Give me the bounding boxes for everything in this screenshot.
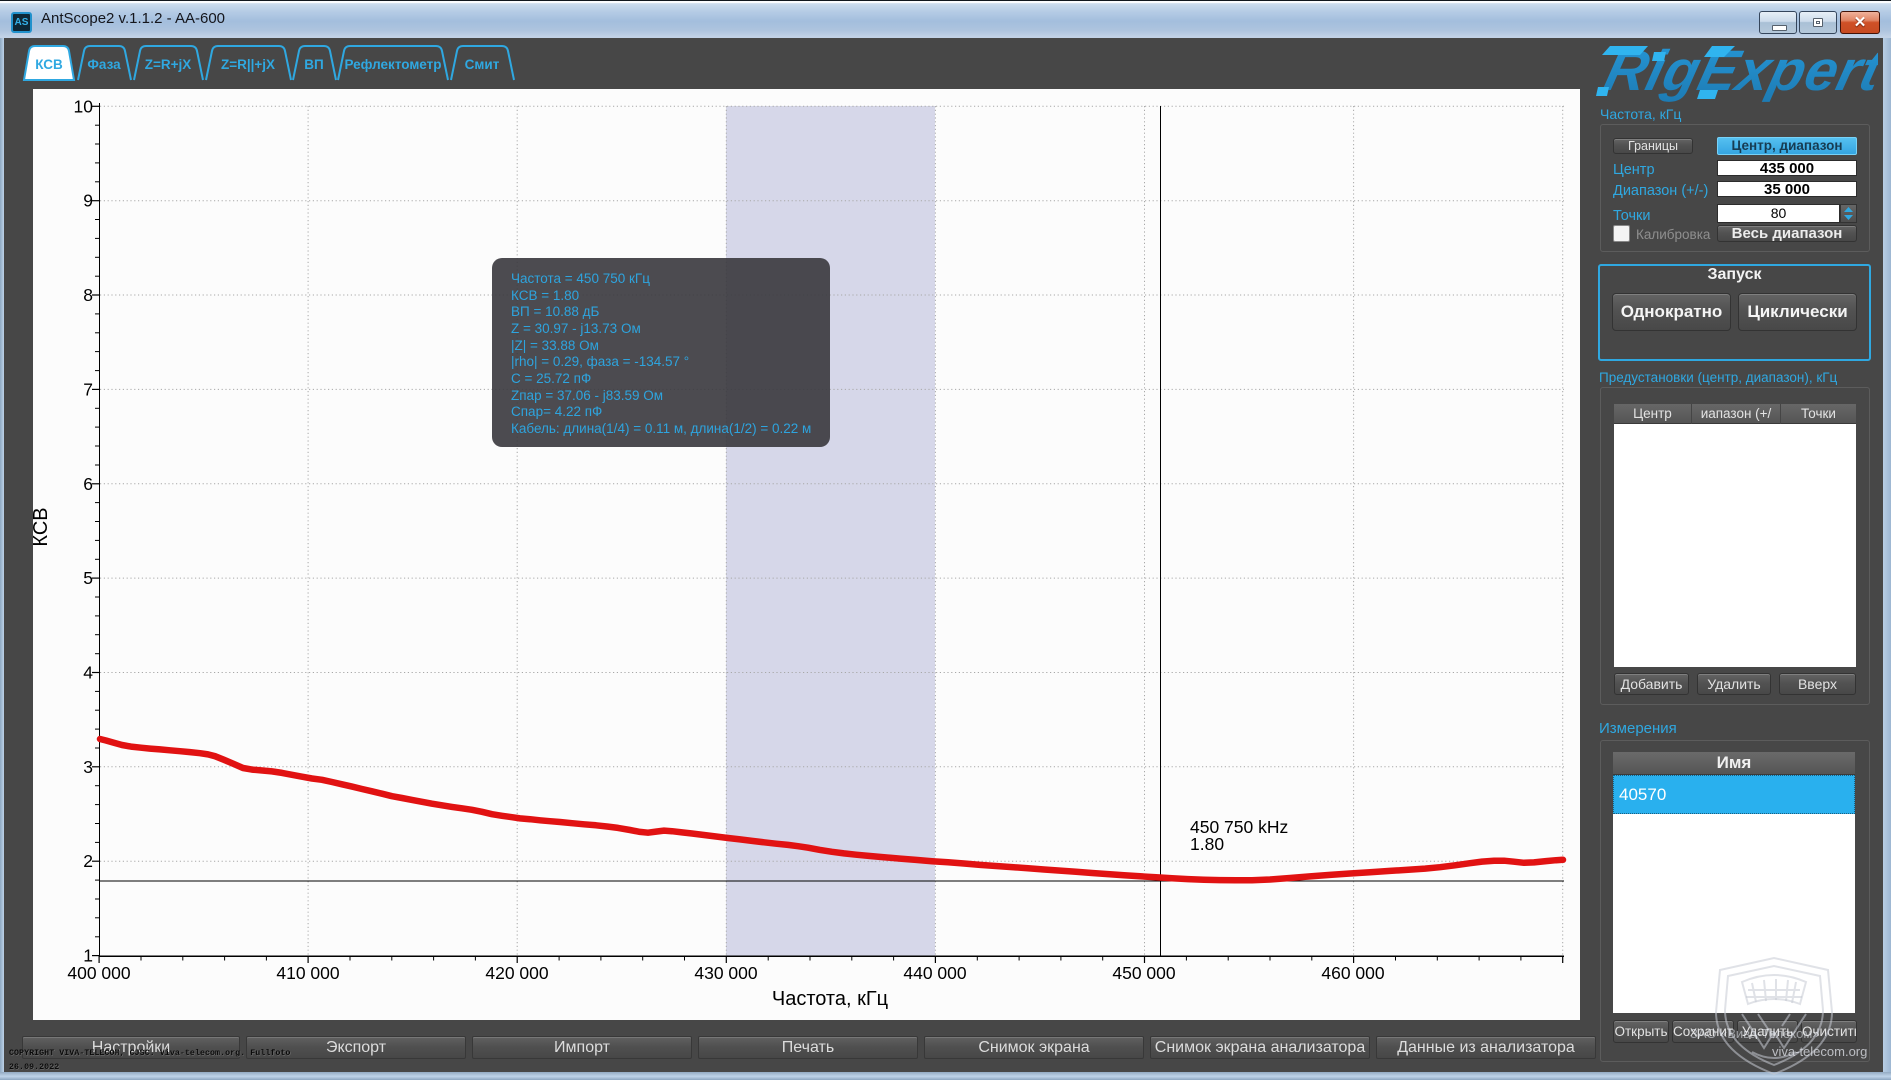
svg-text:КСВ: КСВ xyxy=(33,507,52,546)
svg-text:1.80: 1.80 xyxy=(1190,834,1224,854)
svg-text:Z=R||+jX: Z=R||+jX xyxy=(221,57,275,72)
svg-text:КСВ: КСВ xyxy=(35,57,63,72)
svg-text:9: 9 xyxy=(83,191,93,211)
svg-text:420 000: 420 000 xyxy=(485,963,549,983)
svg-text:6: 6 xyxy=(83,474,93,494)
svg-text:5: 5 xyxy=(83,568,93,588)
svg-text:3: 3 xyxy=(83,757,93,777)
svg-text:Частота, кГц: Частота, кГц xyxy=(772,988,888,1010)
svg-text:400 000: 400 000 xyxy=(67,963,131,983)
svg-text:10: 10 xyxy=(74,96,94,116)
svg-text:450 000: 450 000 xyxy=(1112,963,1176,983)
svg-text:440 000: 440 000 xyxy=(903,963,967,983)
svg-text:Смит: Смит xyxy=(465,57,500,72)
svg-text:460 000: 460 000 xyxy=(1321,963,1385,983)
svg-text:2: 2 xyxy=(83,851,93,871)
svg-text:Фаза: Фаза xyxy=(87,57,121,72)
svg-text:ВП: ВП xyxy=(304,57,323,72)
svg-text:7: 7 xyxy=(83,379,93,399)
svg-text:430 000: 430 000 xyxy=(694,963,758,983)
svg-text:410 000: 410 000 xyxy=(276,963,340,983)
svg-text:Z=R+jX: Z=R+jX xyxy=(145,57,192,72)
svg-text:4: 4 xyxy=(83,663,93,683)
svg-text:8: 8 xyxy=(83,285,93,305)
svg-text:Рефлектометр: Рефлектометр xyxy=(345,57,442,72)
